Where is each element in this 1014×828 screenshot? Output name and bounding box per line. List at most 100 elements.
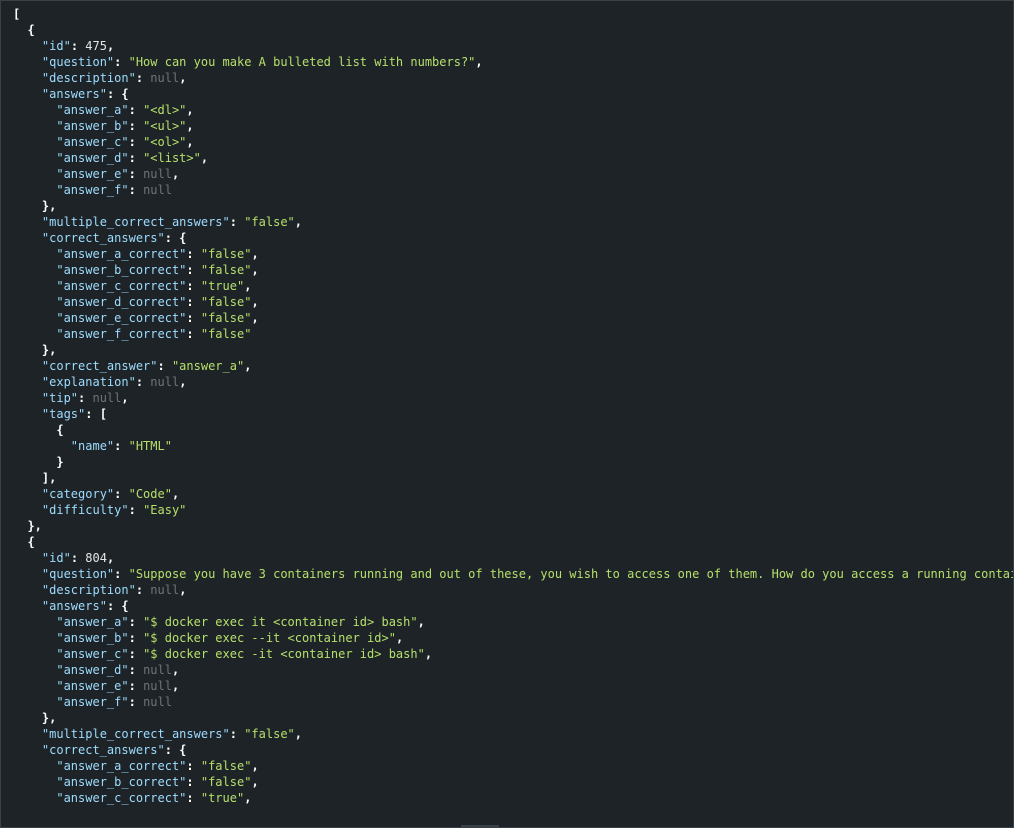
json-key: "correct_answer" [41,359,158,373]
json-string-value: "$ docker exec it <container id> bash" [143,615,418,629]
json-string-value: "$ docker exec -it <container id> bash" [143,647,425,661]
code-line: "answer_b": "$ docker exec --it <contain… [13,630,1013,646]
json-punctuation: : [186,279,201,293]
code-line: "answer_a": "<dl>", [13,102,1013,118]
json-key: "answer_e" [56,167,129,181]
json-punctuation: : { [106,599,129,613]
json-punctuation: : [186,295,201,309]
json-string-value: "Easy" [143,503,187,517]
code-line: "correct_answer": "answer_a", [13,358,1013,374]
json-key: "answer_a" [56,103,129,117]
json-punctuation: : [128,503,144,517]
json-string-value: "false" [200,263,252,277]
json-punctuation: , [244,791,252,805]
json-null-value: null [150,375,180,389]
json-punctuation: , [186,119,194,133]
json-punctuation: : [128,183,144,197]
json-punctuation: , [171,487,180,501]
json-string-value: "false" [200,311,252,325]
code-line: "answer_c_correct": "true", [13,278,1013,294]
code-line: "answer_d": null, [13,662,1013,678]
code-line: }, [13,198,1013,214]
json-string-value: "false" [244,727,295,741]
json-punctuation: , [121,391,129,405]
json-key: "multiple_correct_answers" [41,727,230,741]
json-key: "id" [41,551,71,565]
json-punctuation: , [106,39,115,53]
json-null-value: null [143,663,172,677]
json-key: "answer_a_correct" [56,247,187,261]
json-punctuation: , [475,55,483,69]
json-key: "multiple_correct_answers" [41,215,230,229]
code-line: "answer_a_correct": "false", [13,246,1013,262]
json-key: "name" [70,439,115,453]
code-line: "description": null, [13,582,1013,598]
json-number-value: 804 [85,551,107,565]
code-line: { [13,22,1013,38]
json-punctuation: , [179,583,187,597]
code-line: { [13,534,1013,550]
json-punctuation: : [128,151,144,165]
json-punctuation: : [186,247,201,261]
json-key: "answer_d" [56,663,129,677]
json-key: "answer_b_correct" [56,775,187,789]
code-line: ], [13,470,1013,486]
code-line: { [13,422,1013,438]
json-punctuation: : [128,679,144,693]
json-punctuation: , [200,151,209,165]
json-string-value: "true" [200,791,245,805]
code-line: "answer_a": "$ docker exec it <container… [13,614,1013,630]
json-punctuation: }, [13,711,57,725]
json-punctuation: , [171,679,180,693]
json-string-value: "<ol>" [143,135,187,149]
json-punctuation: : { [164,743,187,757]
json-key: "answer_f_correct" [56,327,187,341]
json-string-value: "false" [200,759,252,773]
json-punctuation: : [229,215,245,229]
json-key: "tags" [41,407,86,421]
json-null-value: null [143,167,172,181]
code-line: } [13,454,1013,470]
json-key: "description" [41,583,136,597]
horizontal-scrollbar-thumb[interactable] [461,825,499,827]
json-key: "answer_b_correct" [56,263,187,277]
code-line: "answers": { [13,86,1013,102]
json-string-value: "<list>" [143,151,201,165]
json-punctuation: [ [13,7,21,21]
code-line: "answer_e": null, [13,678,1013,694]
json-string-value: "false" [200,327,252,341]
code-line: "correct_answers": { [13,230,1013,246]
code-line: "answer_c_correct": "true", [13,790,1013,806]
json-punctuation: : [114,439,129,453]
json-string-value: "false" [200,295,252,309]
json-punctuation: { [13,423,64,437]
code-line: "answer_c": "<ol>", [13,134,1013,150]
code-line: "answer_c": "$ docker exec -it <containe… [13,646,1013,662]
code-line: "tags": [ [13,406,1013,422]
json-punctuation: : [114,487,129,501]
json-null-value: null [150,71,180,85]
json-viewer-window: [ { "id": 475, "question": "How can you … [0,0,1014,828]
json-string-value: "false" [244,215,295,229]
code-line: "answer_f": null [13,694,1013,710]
code-line: "question": "How can you make A bulleted… [13,54,1013,70]
json-punctuation: : [128,167,144,181]
json-key: "answer_d_correct" [56,295,187,309]
